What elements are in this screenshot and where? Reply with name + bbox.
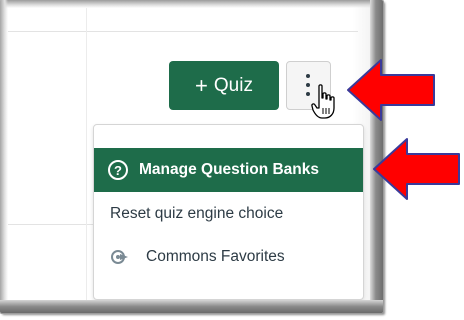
add-quiz-label: Quiz [213, 74, 253, 96]
menu-item-manage-question-banks[interactable]: ? Manage Question Banks [94, 148, 363, 192]
add-quiz-button[interactable]: + Quiz [169, 61, 279, 110]
divider-line [8, 224, 93, 225]
screenshot-frame: + Quiz ? Manage Question Banks Reset qui… [0, 0, 383, 313]
options-dropdown-menu: ? Manage Question Banks Reset quiz engin… [93, 124, 364, 300]
divider-line [86, 8, 87, 300]
frame-bevel-left [0, 0, 8, 313]
menu-item-reset-quiz-engine[interactable]: Reset quiz engine choice [94, 199, 363, 229]
menu-item-label: Manage Question Banks [139, 161, 320, 178]
plus-icon: + [195, 72, 208, 98]
menu-item-commons-favorites[interactable]: Commons Favorites [94, 241, 363, 273]
frame-bevel-top [0, 0, 383, 8]
hand-pointer-cursor-icon [311, 84, 335, 119]
annotation-arrow-icon [347, 59, 435, 121]
divider-line [8, 31, 358, 32]
menu-item-label: Commons Favorites [146, 248, 285, 265]
frame-bevel-bottom [0, 300, 383, 313]
commons-share-icon [111, 250, 128, 264]
annotation-arrow-icon [373, 138, 460, 200]
menu-item-label: Reset quiz engine choice [110, 205, 284, 222]
question-circle-icon: ? [108, 160, 128, 180]
